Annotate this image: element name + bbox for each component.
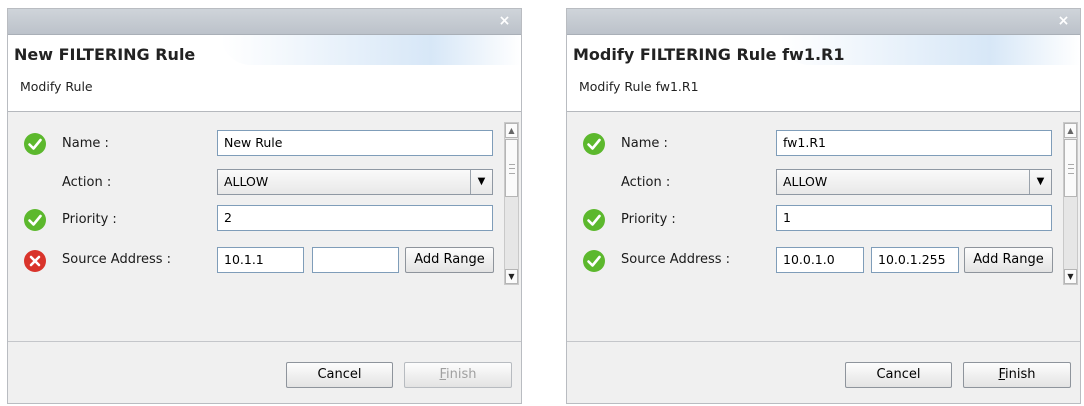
header-decoration — [221, 35, 521, 65]
grip-icon — [1068, 164, 1074, 174]
title-bar[interactable]: × — [8, 9, 521, 35]
action-dropdown[interactable]: ALLOW ▼ — [776, 169, 1052, 195]
dialog-footer: Cancel Finish — [8, 342, 521, 403]
action-selected-value: ALLOW — [783, 174, 828, 189]
close-icon[interactable]: × — [496, 13, 513, 30]
finish-button[interactable]: Finish — [404, 362, 512, 388]
source-start-field[interactable]: 10.1.1 — [217, 247, 304, 273]
priority-label: Priority : — [62, 212, 117, 227]
scrollbar-thumb[interactable] — [505, 139, 518, 197]
close-icon[interactable]: × — [1055, 13, 1072, 30]
priority-label: Priority : — [621, 212, 676, 227]
source-start-field[interactable]: 10.0.1.0 — [776, 247, 864, 273]
dialog-subtitle: Modify Rule fw1.R1 — [579, 79, 699, 94]
triangle-up-icon[interactable]: ▲ — [1064, 123, 1077, 138]
form-scrollbar[interactable]: ▲ ▼ — [504, 122, 519, 285]
name-field[interactable]: New Rule — [217, 130, 493, 156]
priority-field[interactable]: 2 — [217, 205, 493, 231]
name-field[interactable]: fw1.R1 — [776, 130, 1052, 156]
red-x-circle-icon — [24, 250, 46, 272]
source-address-label: Source Address : — [621, 252, 731, 267]
add-range-button[interactable]: Add Range — [405, 247, 494, 273]
finish-label: inish — [1005, 367, 1036, 382]
dialog-title: Modify FILTERING Rule fw1.R1 — [573, 45, 845, 64]
triangle-down-icon[interactable]: ▼ — [470, 170, 492, 194]
name-label: Name : — [621, 136, 668, 151]
triangle-down-icon[interactable]: ▼ — [1029, 170, 1051, 194]
title-bar[interactable]: × — [567, 9, 1080, 35]
cancel-button[interactable]: Cancel — [845, 362, 952, 388]
source-end-field[interactable]: 10.0.1.255 — [871, 247, 959, 273]
modify-rule-dialog: × Modify FILTERING Rule fw1.R1 Modify Ru… — [566, 8, 1081, 404]
action-dropdown[interactable]: ALLOW ▼ — [217, 169, 493, 195]
add-range-button[interactable]: Add Range — [964, 247, 1053, 273]
green-check-circle-icon — [583, 250, 605, 272]
dialog-subtitle: Modify Rule — [20, 79, 93, 94]
cancel-button[interactable]: Cancel — [286, 362, 393, 388]
finish-button[interactable]: Finish — [963, 362, 1071, 388]
rule-form: Name : fw1.R1 Action : ALLOW ▼ Priority … — [567, 112, 1080, 342]
rule-form: Name : New Rule Action : ALLOW ▼ Priorit… — [8, 112, 521, 342]
dialog-header: Modify FILTERING Rule fw1.R1 Modify Rule… — [567, 35, 1080, 112]
source-address-label: Source Address : — [62, 252, 172, 267]
finish-label: inish — [446, 367, 477, 382]
name-label: Name : — [62, 136, 109, 151]
action-selected-value: ALLOW — [224, 174, 269, 189]
green-check-circle-icon — [583, 209, 605, 231]
green-check-circle-icon — [24, 133, 46, 155]
scrollbar-thumb[interactable] — [1064, 139, 1077, 197]
green-check-circle-icon — [583, 133, 605, 155]
grip-icon — [509, 164, 515, 174]
dialog-title: New FILTERING Rule — [14, 45, 196, 64]
new-rule-dialog: × New FILTERING Rule Modify Rule Name : … — [7, 8, 522, 404]
source-end-field[interactable] — [312, 247, 399, 273]
triangle-up-icon[interactable]: ▲ — [505, 123, 518, 138]
green-check-circle-icon — [24, 209, 46, 231]
action-label: Action : — [621, 175, 671, 190]
dialog-footer: Cancel Finish — [567, 342, 1080, 403]
dialog-header: New FILTERING Rule Modify Rule — [8, 35, 521, 112]
form-scrollbar[interactable]: ▲ ▼ — [1063, 122, 1078, 285]
action-label: Action : — [62, 175, 112, 190]
priority-field[interactable]: 1 — [776, 205, 1052, 231]
triangle-down-icon[interactable]: ▼ — [505, 269, 518, 284]
triangle-down-icon[interactable]: ▼ — [1064, 269, 1077, 284]
